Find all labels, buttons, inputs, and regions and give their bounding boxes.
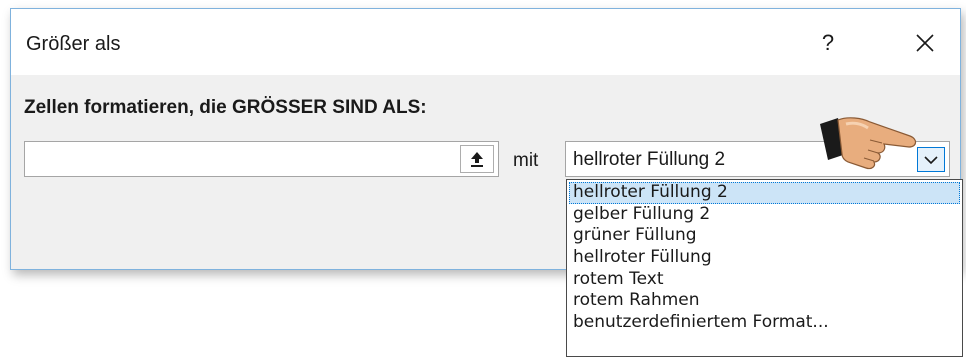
format-option[interactable]: gelber Füllung 2 [569, 204, 960, 226]
close-button[interactable] [899, 23, 951, 63]
format-options-list: hellroter Füllung 2 gelber Füllung 2 grü… [566, 179, 963, 357]
format-select-value: hellroter Füllung 2 [573, 149, 726, 170]
question-mark-icon: ? [821, 30, 835, 55]
dialog-title: Größer als [26, 33, 121, 55]
format-option[interactable]: rotem Rahmen [569, 290, 960, 312]
close-icon [916, 34, 934, 52]
rule-heading: Zellen formatieren, die GRÖSSER SIND ALS… [24, 97, 427, 118]
help-button[interactable]: ? [808, 23, 848, 63]
range-select-button[interactable] [460, 145, 494, 173]
upload-arrow-icon [471, 152, 483, 167]
pointing-hand-icon [820, 117, 917, 170]
format-option[interactable]: benutzerdefiniertem Format... [569, 312, 960, 334]
format-option[interactable]: rotem Text [569, 269, 960, 291]
value-input[interactable] [24, 141, 499, 177]
format-option[interactable]: hellroter Füllung [569, 247, 960, 269]
title-bar: Größer als ? [11, 9, 960, 75]
format-option[interactable]: grüner Füllung [569, 225, 960, 247]
screen: Größer als ? Zellen formatieren, die GRÖ… [0, 0, 966, 359]
format-option[interactable]: hellroter Füllung 2 [569, 182, 960, 204]
with-label: mit [513, 150, 539, 171]
